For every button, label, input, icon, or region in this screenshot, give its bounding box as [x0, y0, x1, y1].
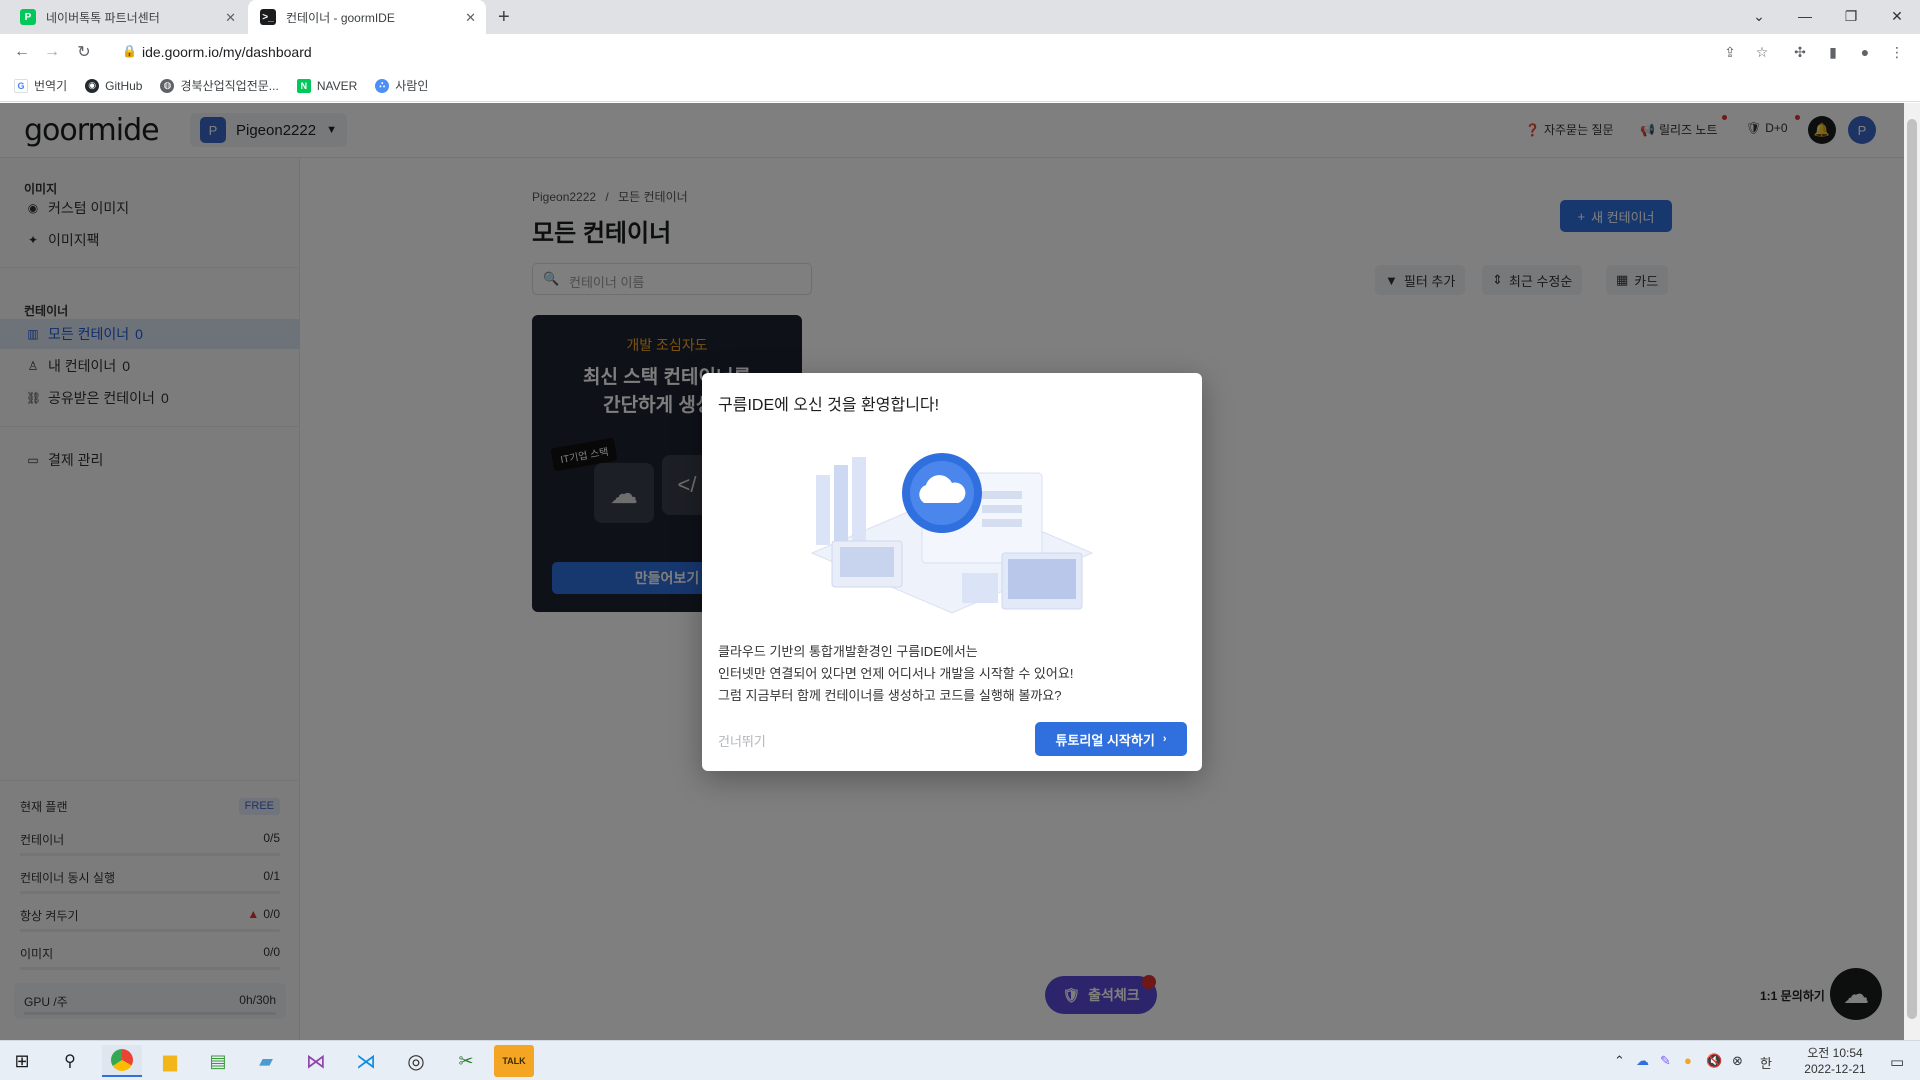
naver-talk-icon: P	[20, 9, 36, 25]
chevron-right-icon: ›	[1162, 733, 1167, 745]
search-icon[interactable]: ⚲	[50, 1045, 90, 1077]
address-bar[interactable]: 🔒 ide.goorm.io/my/dashboard	[106, 38, 1748, 66]
speaker-muted-icon[interactable]: 🔇	[1706, 1053, 1722, 1069]
lock-icon: 🔒	[122, 44, 137, 58]
bookmark-item[interactable]: N NAVER	[296, 78, 358, 93]
kakaotalk-tray-icon[interactable]: ●	[1684, 1053, 1692, 1068]
windows-taskbar: ⊞ ⚲ ▆ ▤ ▰ ⋈ ⋊ ◎ ✂ TALK ⌃ ☁ ✎ ● 🔇 ⊗ 한 오전 …	[0, 1040, 1920, 1080]
share-icon[interactable]: ⇪	[1720, 42, 1740, 62]
tab-title: 네이버톡톡 파트너센터	[46, 10, 160, 25]
scrollbar-thumb[interactable]	[1907, 119, 1917, 1019]
naver-icon: N	[296, 78, 311, 93]
goorm-terminal-icon: >_	[260, 9, 276, 25]
page-scrollbar[interactable]	[1904, 103, 1920, 1040]
bookmark-label: 사람인	[395, 79, 429, 93]
bookmark-star-icon[interactable]: ☆	[1752, 42, 1772, 62]
close-icon[interactable]: ✕	[225, 10, 236, 26]
bookmark-item[interactable]: G 번역기	[14, 77, 67, 94]
bookmark-item[interactable]: ◍ 경북산업직업전문...	[160, 77, 279, 94]
browser-toolbar: ← → ↻ 🔒 ide.goorm.io/my/dashboard ⇪ ☆ ✣ …	[0, 34, 1920, 70]
start-tutorial-label: 튜토리얼 시작하기	[1055, 732, 1155, 748]
skip-button[interactable]: 건너뛰기	[718, 731, 766, 750]
kakaotalk-icon[interactable]: TALK	[494, 1045, 534, 1077]
notification-center-icon[interactable]: ▭	[1890, 1053, 1904, 1071]
restore-button[interactable]: ❐	[1828, 4, 1874, 28]
browser-tab-strip: P 네이버톡톡 파트너센터 ✕ >_ 컨테이너 - goormIDE ✕ + ⌄…	[0, 0, 1920, 34]
welcome-illustration	[810, 453, 1094, 614]
minimize-button[interactable]: —	[1782, 4, 1828, 28]
snipping-tool-icon[interactable]: ✂	[446, 1045, 486, 1077]
clock-time: 오전 10:54	[1807, 1046, 1863, 1060]
windows-start-icon[interactable]: ⊞	[2, 1045, 42, 1077]
bookmarks-bar: G 번역기 ◉ GitHub ◍ 경북산업직업전문... N NAVER ∴ 사…	[0, 70, 1920, 102]
modal-body-line: 그럼 지금부터 함께 컨테이너를 생성하고 코드를 실행해 볼까요?	[718, 688, 1062, 703]
pen-icon[interactable]: ✎	[1660, 1053, 1671, 1069]
side-panel-icon[interactable]: ▮	[1823, 42, 1843, 62]
profile-icon[interactable]: ●	[1855, 42, 1875, 62]
chrome-app-icon[interactable]	[102, 1045, 142, 1077]
clock-date: 2022-12-21	[1804, 1062, 1866, 1076]
ime-indicator[interactable]: 한	[1760, 1053, 1772, 1072]
globe-icon: ◍	[160, 78, 175, 93]
github-icon: ◉	[85, 78, 100, 93]
clock[interactable]: 오전 10:54 2022-12-21	[1790, 1045, 1880, 1077]
tray-chevron-up-icon[interactable]: ⌃	[1614, 1053, 1625, 1069]
vscode-icon[interactable]: ⋊	[346, 1045, 386, 1077]
reload-icon[interactable]: ↻	[72, 40, 96, 64]
modal-title: 구름IDE에 오신 것을 환영합니다!	[718, 397, 940, 414]
file-explorer-icon[interactable]: ▆	[150, 1045, 190, 1077]
obs-icon[interactable]: ◎	[396, 1045, 436, 1077]
notepad-icon[interactable]: ▰	[246, 1045, 286, 1077]
network-disconnected-icon[interactable]: ⊗	[1732, 1053, 1743, 1069]
modal-body: 클라우드 기반의 통합개발환경인 구름IDE에서는 인터넷만 연결되어 있다면 …	[718, 641, 1073, 707]
saramin-icon: ∴	[375, 78, 390, 93]
modal-body-line: 클라우드 기반의 통합개발환경인 구름IDE에서는	[718, 644, 978, 659]
visual-studio-icon[interactable]: ⋈	[296, 1045, 336, 1077]
browser-tab[interactable]: P 네이버톡톡 파트너센터 ✕	[8, 0, 246, 34]
browser-tab-active[interactable]: >_ 컨테이너 - goormIDE ✕	[248, 0, 486, 34]
google-icon: G	[14, 78, 28, 93]
bookmark-label: GitHub	[105, 78, 143, 93]
bookmark-item[interactable]: ∴ 사람인	[375, 77, 428, 94]
bookmark-label: NAVER	[316, 78, 358, 93]
extensions-icon[interactable]: ✣	[1790, 42, 1810, 62]
bookmark-item[interactable]: ◉ GitHub	[85, 78, 143, 93]
tab-title: 컨테이너 - goormIDE	[286, 10, 395, 25]
onedrive-icon[interactable]: ☁	[1636, 1053, 1649, 1069]
modal-body-line: 인터넷만 연결되어 있다면 언제 어디서나 개발을 시작할 수 있어요!	[718, 666, 1074, 681]
close-window-button[interactable]: ✕	[1874, 4, 1920, 28]
menu-icon[interactable]: ⋮	[1887, 42, 1907, 62]
welcome-modal: 구름IDE에 오신 것을 환영합니다! 클라우드 기반의 통합개발환경인 구름I…	[702, 373, 1202, 771]
close-icon[interactable]: ✕	[465, 10, 476, 26]
task-manager-icon[interactable]: ▤	[198, 1045, 238, 1077]
bookmark-label: 번역기	[34, 79, 68, 93]
chrome-logo	[111, 1049, 133, 1071]
url-text: ide.goorm.io/my/dashboard	[142, 44, 312, 60]
start-tutorial-button[interactable]: 튜토리얼 시작하기 ›	[1035, 722, 1187, 756]
back-icon[interactable]: ←	[10, 40, 34, 64]
new-tab-button[interactable]: +	[498, 6, 510, 29]
tab-search-icon[interactable]: ⌄	[1736, 4, 1782, 28]
forward-icon[interactable]: →	[40, 40, 64, 64]
bookmark-label: 경북산업직업전문...	[180, 79, 279, 93]
